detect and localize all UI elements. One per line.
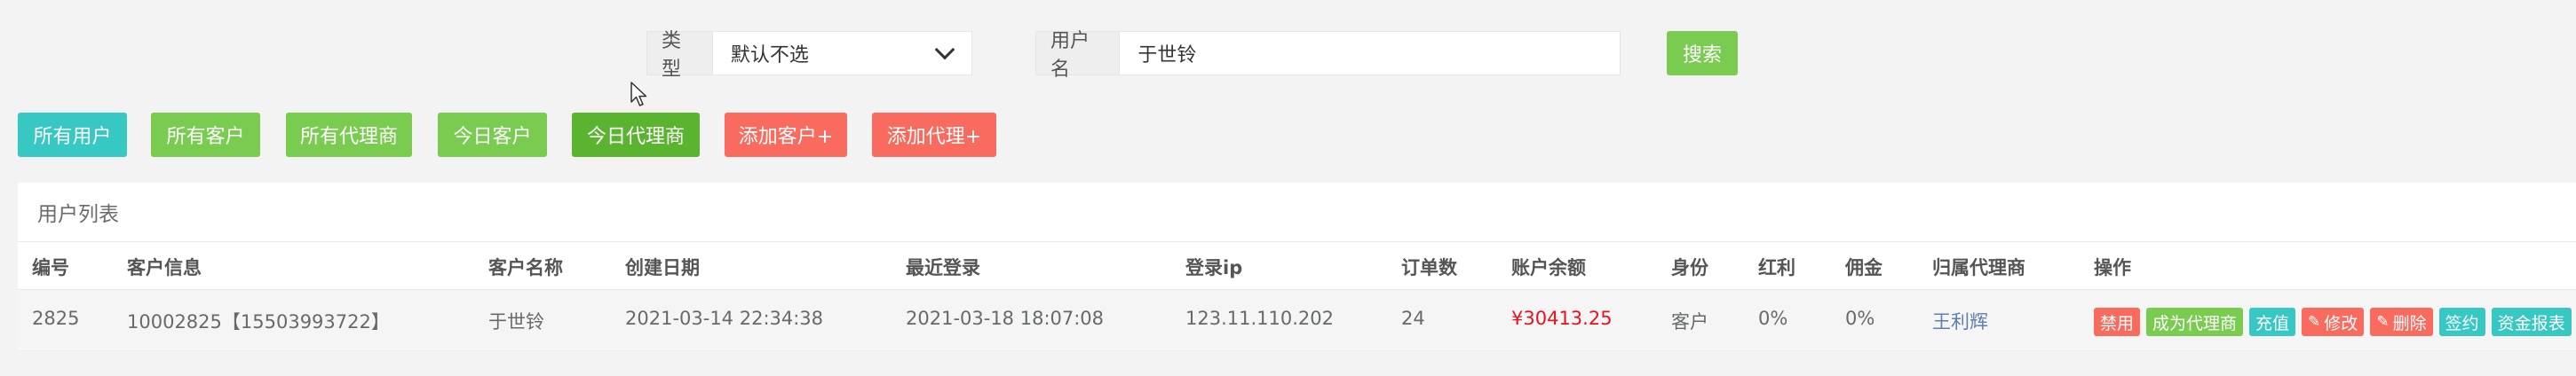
recharge-label: 充值	[2255, 313, 2290, 333]
add-agent-button[interactable]: 添加代理+	[872, 113, 996, 157]
fund-report-label: 资金报表	[2497, 313, 2565, 333]
panel-divider	[18, 241, 2576, 242]
disable-label: 禁用	[2100, 313, 2135, 333]
cell-id: 2825	[32, 308, 80, 329]
col-header-name: 客户名称	[488, 257, 563, 278]
recharge-button[interactable]: 充值	[2249, 308, 2296, 336]
today-agents-button[interactable]: 今日代理商	[572, 113, 700, 157]
col-header-info: 客户信息	[127, 257, 202, 278]
pencil-icon: ✎	[2376, 313, 2390, 331]
cell-created: 2021-03-14 22:34:38	[625, 308, 824, 329]
type-label: 类型	[646, 30, 712, 81]
cell-last-login: 2021-03-18 18:07:08	[906, 308, 1105, 329]
user-list-panel: 用户列表 编号 客户信息 客户名称 创建日期 最近登录 登录ip 订单数 账户余…	[18, 183, 2576, 349]
make-agent-label: 成为代理商	[2152, 313, 2238, 333]
edit-button[interactable]: ✎ 修改	[2302, 308, 2365, 336]
disable-button[interactable]: 禁用	[2094, 308, 2141, 336]
col-header-balance: 账户余额	[1511, 257, 1586, 278]
cell-orders: 24	[1401, 308, 1425, 329]
username-filter-group: 用户名 于世铃	[1035, 30, 1621, 81]
all-customers-button[interactable]: 所有客户	[151, 113, 260, 157]
chevron-down-icon	[934, 39, 955, 60]
username-label: 用户名	[1035, 30, 1120, 81]
col-header-agent: 归属代理商	[1932, 257, 2025, 278]
type-select-value: 默认不选	[730, 44, 809, 67]
panel-title: 用户列表	[37, 203, 119, 226]
row-actions: 禁用 成为代理商 充值 ✎ 修改 ✎ 删除 签约 资金报表	[2094, 308, 2576, 336]
pencil-icon: ✎	[2308, 313, 2321, 331]
cell-commission: 0%	[1845, 308, 1875, 329]
type-select[interactable]: 默认不选	[711, 31, 973, 75]
add-customer-button[interactable]: 添加客户+	[725, 113, 847, 157]
col-header-orders: 订单数	[1401, 257, 1457, 278]
type-filter-group: 类型 默认不选	[646, 30, 973, 81]
search-button[interactable]: 搜索	[1667, 31, 1738, 75]
fund-report-button[interactable]: 资金报表	[2491, 308, 2572, 336]
all-users-button[interactable]: 所有用户	[18, 113, 127, 157]
today-customers-button[interactable]: 今日客户	[438, 113, 547, 157]
col-header-actions: 操作	[2094, 257, 2131, 278]
cell-balance: ¥30413.25	[1511, 308, 1613, 329]
cell-name: 于世铃	[488, 311, 544, 333]
col-header-id: 编号	[32, 257, 69, 278]
make-agent-button[interactable]: 成为代理商	[2146, 308, 2244, 336]
username-input[interactable]: 于世铃	[1119, 31, 1621, 75]
col-header-bonus: 红利	[1758, 257, 1795, 278]
cell-info: 10002825【15503993722】	[127, 311, 390, 333]
sign-button[interactable]: 签约	[2438, 308, 2485, 336]
delete-button[interactable]: ✎ 删除	[2370, 308, 2433, 336]
edit-label: 修改	[2324, 313, 2358, 333]
col-header-ip: 登录ip	[1185, 257, 1243, 278]
mouse-cursor-icon	[630, 82, 647, 106]
col-header-role: 身份	[1671, 257, 1708, 278]
cell-ip: 123.11.110.202	[1185, 308, 1334, 329]
cell-agent-link[interactable]: 王利辉	[1932, 308, 1988, 334]
cell-bonus: 0%	[1758, 308, 1788, 329]
col-header-last-login: 最近登录	[906, 257, 980, 278]
cell-role: 客户	[1671, 311, 1708, 333]
all-agents-button[interactable]: 所有代理商	[286, 113, 412, 157]
delete-label: 删除	[2392, 313, 2427, 333]
sign-label: 签约	[2445, 313, 2479, 333]
col-header-created: 创建日期	[625, 257, 700, 278]
col-header-commission: 佣金	[1845, 257, 1882, 278]
